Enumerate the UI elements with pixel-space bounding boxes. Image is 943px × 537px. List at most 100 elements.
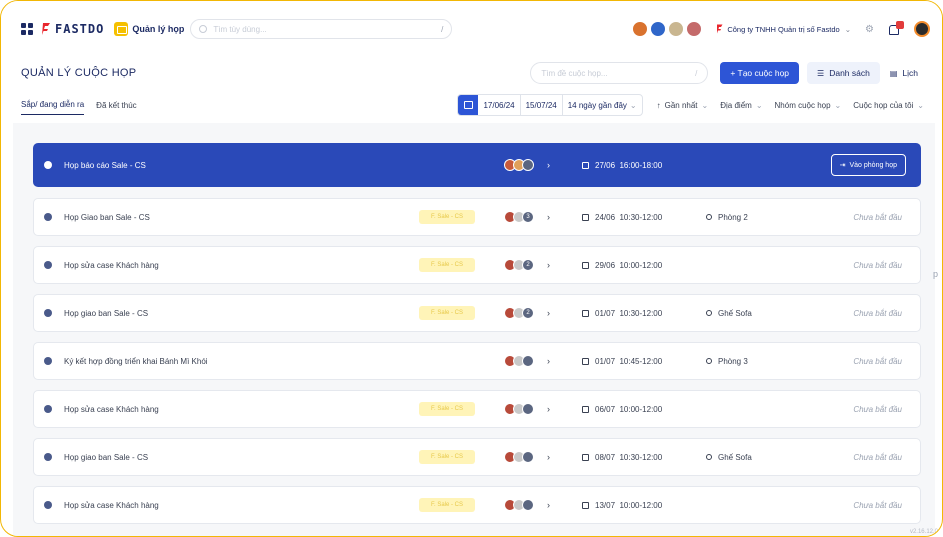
group-filter[interactable]: Nhóm cuộc họp ⌄ [775,101,842,110]
meeting-title: Họp Giao ban Sale - CS [64,212,150,222]
group-tag: F. Sale - CS [419,258,475,272]
meeting-status: Chưa bắt đầu [853,308,902,318]
chevron-down-icon: ⌄ [755,100,763,110]
meeting-icon [44,453,52,461]
meeting-date: 27/06 16:00-18:00 [582,161,662,170]
calendar-icon [582,161,589,169]
mine-filter[interactable]: Cuộc họp của tôi ⌄ [853,101,924,110]
create-meeting-button[interactable]: + Tạo cuộc họp [720,62,800,84]
meeting-title: Họp sửa case Khách hàng [64,260,159,270]
group-tag: F. Sale - CS [419,210,475,224]
meeting-row[interactable]: Họp Giao ban Sale - CS F. Sale - CS 3 › 24/0… [33,198,921,236]
participants[interactable] [504,159,534,171]
date-range-picker[interactable]: 17/06/24 15/07/24 14 ngày gần đây ⌄ [457,94,643,116]
fastdo-mark-icon [42,23,50,35]
more-participants-icon [522,451,534,463]
meeting-title: Họp giao ban Sale - CS [64,452,149,462]
meeting-search-shortcut: / [695,68,698,78]
fastdo-logo[interactable]: FASTDO [41,22,104,36]
meeting-row[interactable]: Họp sửa case Khách hàng F. Sale - CS › 13/0… [33,486,921,524]
settings-icon[interactable]: ⚙ [865,24,874,35]
meeting-status: Chưa bắt đầu [853,356,902,366]
location-pin-icon [706,310,712,316]
apps-grid-icon[interactable] [21,23,33,35]
meeting-status: Chưa bắt đầu [853,404,902,414]
meeting-title: Họp sửa case Khách hàng [64,500,159,510]
meeting-date: 01/07 10:30-12:00 [582,309,662,318]
participants[interactable]: 3 [504,211,534,223]
tab-finished[interactable]: Đã kết thúc [96,96,136,115]
app-frame: FASTDO Quản lý họp Tìm tùy dùng... / Côn… [0,0,943,537]
chevron-right-icon: › [547,356,550,366]
module-label: Quản lý họp [132,24,185,34]
meeting-row[interactable]: Họp giao ban Sale - CS F. Sale - CS 2 › 01/0… [33,294,921,332]
meeting-room: Ghế Sofa [706,309,752,318]
company-switcher[interactable]: Công ty TNHH Quản trị số Fastdo ⌄ [716,24,851,34]
meeting-search-placeholder: Tìm đề cuộc họp... [541,68,608,78]
company-logo-icon [717,24,723,34]
calendar-icon [582,501,589,509]
meeting-icon [44,357,52,365]
participants[interactable] [504,499,534,511]
global-search-input[interactable]: Tìm tùy dùng... / [190,19,453,39]
title-row: QUẢN LÝ CUỘC HỌP Tìm đề cuộc họp... / + … [21,59,928,87]
meeting-status: Chưa bắt đầu [853,212,902,222]
date-from[interactable]: 17/06/24 [478,95,521,115]
meeting-icon [44,261,52,269]
notification-bell-icon[interactable] [888,21,904,36]
meeting-icon [44,309,52,317]
chevron-right-icon: › [547,160,550,170]
chevron-right-icon: › [547,260,550,270]
participants[interactable]: 2 [504,307,534,319]
meeting-search-input[interactable]: Tìm đề cuộc họp... / [530,62,709,84]
more-participants-icon [522,355,534,367]
meeting-room: Phòng 2 [706,213,748,222]
online-users[interactable] [630,21,703,37]
list-view-tab[interactable]: ☰ Danh sách [807,62,880,84]
meeting-date: 01/07 10:45-12:00 [582,357,662,366]
list-view-label: Danh sách [829,68,870,78]
avatar [650,21,667,37]
meeting-date: 13/07 10:00-12:00 [582,501,662,510]
participants[interactable] [504,403,534,415]
meeting-row-selected[interactable]: Họp báo cáo Sale - CS › 27/06 16:00-18:0… [33,143,921,187]
meeting-icon [44,161,52,169]
calendar-view-label: Lịch [902,68,918,78]
calendar-icon [582,405,589,413]
calendar-icon [582,309,589,317]
search-icon [199,25,208,33]
sort-icon: ↑ [656,100,661,110]
participants[interactable] [504,451,534,463]
top-bar: FASTDO Quản lý họp Tìm tùy dùng... / Côn… [1,1,942,57]
location-filter[interactable]: Địa điểm ⌄ [720,101,762,110]
calendar-icon [582,261,589,269]
meeting-date: 08/07 10:30-12:00 [582,453,662,462]
group-tag: F. Sale - CS [419,402,475,416]
meeting-title: Họp báo cáo Sale - CS [64,160,146,170]
tab-upcoming[interactable]: Sắp/ đang diễn ra [21,95,85,115]
date-range-preset[interactable]: 14 ngày gần đây ⌄ [563,95,642,115]
date-to[interactable]: 15/07/24 [521,95,563,115]
meeting-icon [44,405,52,413]
participant-count: 3 [522,211,534,223]
meeting-row[interactable]: Họp giao ban Sale - CS F. Sale - CS › 08/07… [33,438,921,476]
meeting-status: Chưa bắt đầu [853,260,902,270]
version-label: v2.16.12.0 [909,529,938,535]
meeting-row[interactable]: Ký kết hợp đồng triển khai Bánh Mì Khói ›… [33,342,921,380]
participants[interactable]: 2 [504,259,534,271]
module-switcher[interactable]: Quản lý họp [114,22,184,36]
participant-count: 2 [522,259,534,271]
user-avatar[interactable] [914,21,930,37]
sort-filter[interactable]: ↑ Gần nhất ⌄ [657,101,709,110]
meeting-room: Ghế Sofa [706,453,752,462]
company-name: Công ty TNHH Quản trị số Fastdo [727,24,840,34]
meeting-row[interactable]: Họp sửa case Khách hàng F. Sale - CS › 06/0… [33,390,921,428]
meeting-row[interactable]: Họp sửa case Khách hàng F. Sale - CS 2 › 29/… [33,246,921,284]
chevron-down-icon: ⌄ [844,24,852,34]
participants[interactable] [504,355,534,367]
more-participants-icon [522,499,534,511]
join-room-button[interactable]: ⇥ Vào phòng họp [830,154,906,176]
global-search-placeholder: Tìm tùy dùng... [213,24,267,34]
calendar-view-tab[interactable]: ▤ Lịch [880,62,928,84]
meeting-title: Họp giao ban Sale - CS [64,308,149,318]
